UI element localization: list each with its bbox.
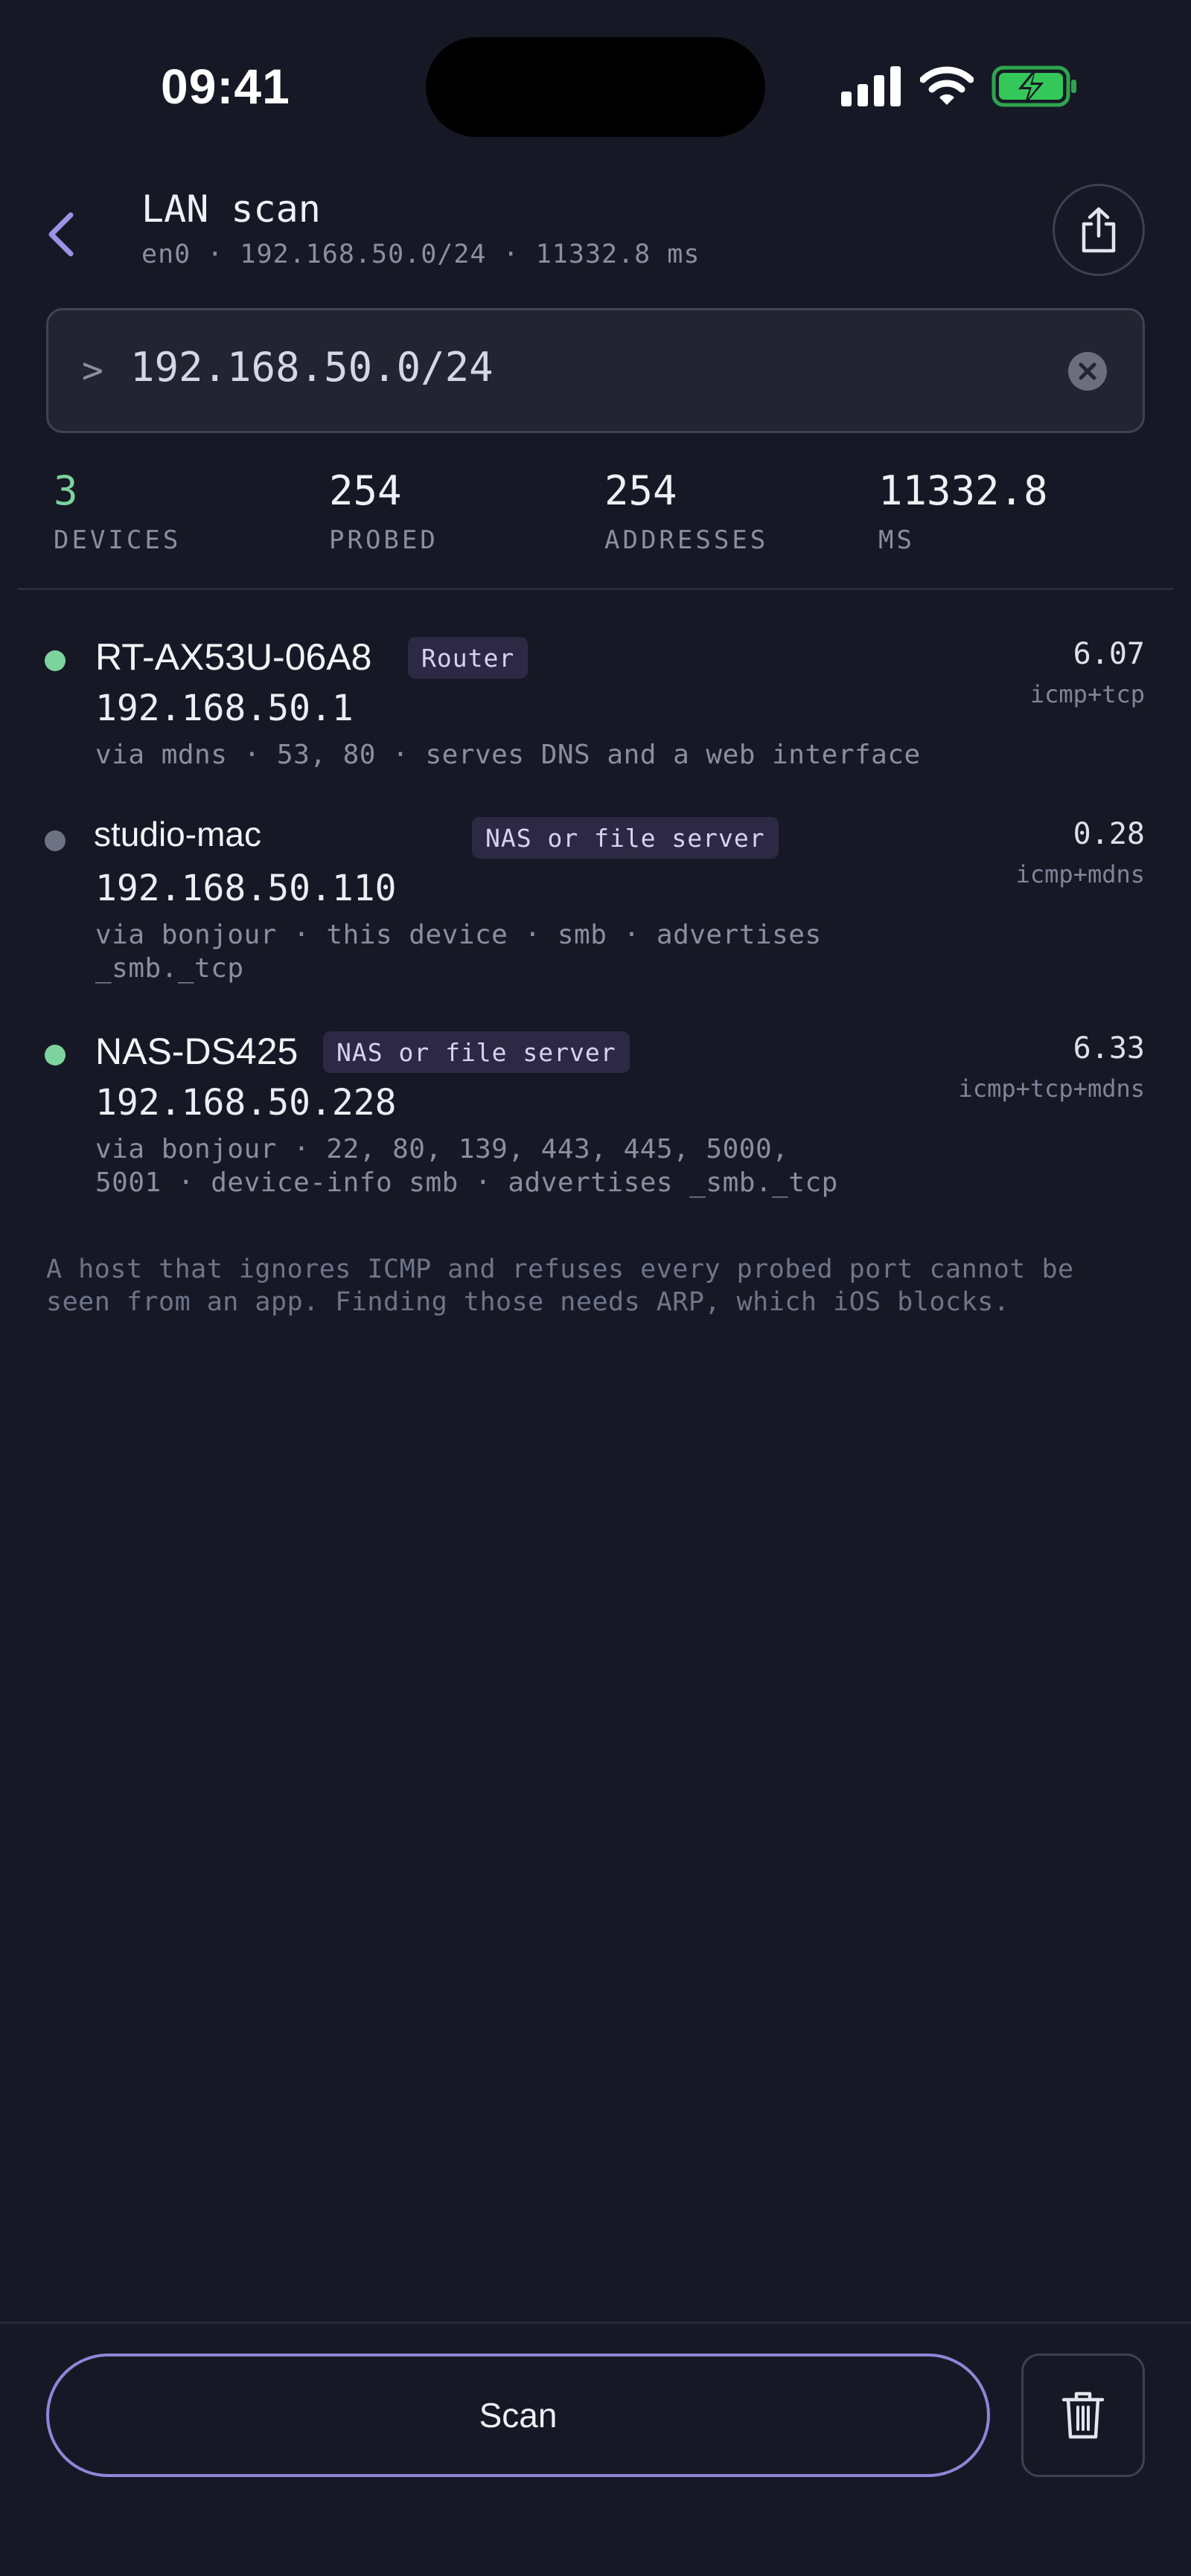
page-subtitle: en0 · 192.168.50.0/24 · 11332.8 ms (141, 240, 700, 269)
scan-limitation-note: A host that ignores ICMP and refuses eve… (46, 1255, 1074, 1317)
device-rtt: 0.28 (1073, 817, 1145, 851)
stat-probed-label: PROBED (329, 525, 438, 555)
stat-devices-value: 3 (54, 467, 78, 514)
status-dot (45, 830, 66, 851)
device-rtt: 6.07 (1073, 637, 1145, 671)
page-title: LAN scan (141, 188, 321, 231)
stat-ms-label: MS (878, 525, 915, 555)
share-icon (1082, 207, 1116, 253)
device-meta: via bonjour · this device · smb · advert… (95, 920, 822, 984)
device-method: icmp+tcp+mdns (958, 1074, 1145, 1103)
status-time: 09:41 (161, 59, 290, 114)
device-method: icmp+mdns (1015, 860, 1145, 888)
device-rtt: 6.33 (1073, 1031, 1145, 1066)
device-ip: 192.168.50.228 (95, 1082, 397, 1124)
input-prompt: > (82, 350, 103, 391)
battery-charging-icon (992, 65, 1076, 107)
target-input[interactable] (130, 344, 1024, 391)
wifi-icon (920, 66, 974, 105)
device-type-badge: NAS or file server (472, 817, 779, 859)
share-button[interactable] (1053, 184, 1145, 276)
status-icons (841, 64, 1078, 109)
device-type-badge: NAS or file server (323, 1031, 630, 1073)
dynamic-island (426, 37, 765, 137)
stat-probed-value: 254 (329, 467, 402, 514)
clear-button[interactable] (1067, 351, 1108, 391)
device-ip: 192.168.50.110 (95, 868, 397, 909)
divider (18, 588, 1173, 590)
status-dot (45, 1045, 66, 1066)
signal-icon (841, 66, 901, 106)
scan-button[interactable]: Scan (46, 2354, 990, 2477)
back-chevron-icon (48, 212, 74, 257)
device-ip: 192.168.50.1 (95, 688, 354, 729)
clear-icon (1068, 352, 1107, 391)
device-meta: via mdns · 53, 80 · serves DNS and a web… (95, 740, 921, 770)
device-method: icmp+tcp (1029, 680, 1145, 708)
device-name: NAS-DS425 (95, 1031, 298, 1072)
bottom-divider (0, 2322, 1191, 2324)
status-dot (45, 650, 66, 671)
stat-ms-value: 11332.8 (878, 467, 1048, 514)
device-name: RT-AX53U-06A8 (95, 636, 372, 678)
trash-icon (1061, 2391, 1105, 2439)
back-button[interactable] (27, 201, 94, 268)
stat-addresses-value: 254 (604, 467, 677, 514)
device-meta: via bonjour · 22, 80, 139, 443, 445, 500… (95, 1134, 838, 1198)
device-type-badge: Router (408, 637, 529, 679)
device-name: studio-mac (94, 815, 261, 853)
stat-devices-label: DEVICES (54, 525, 182, 555)
stat-addresses-label: ADDRESSES (604, 525, 769, 555)
clear-results-button[interactable] (1021, 2354, 1145, 2477)
